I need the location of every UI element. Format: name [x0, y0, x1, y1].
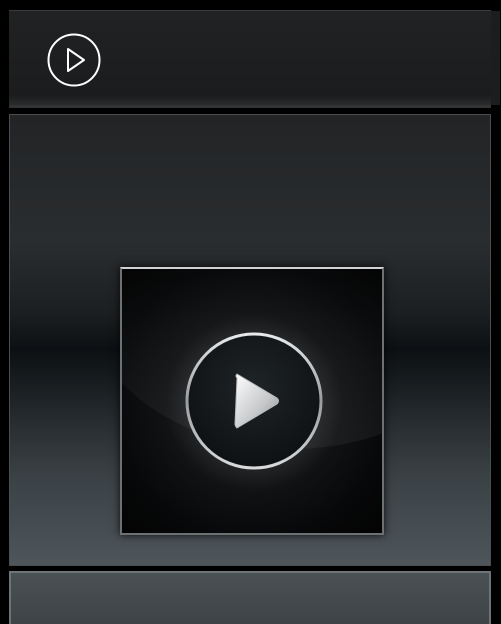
media-panel: [9, 114, 491, 566]
play-circle-icon: [47, 33, 101, 87]
play-circle-button[interactable]: [47, 33, 101, 87]
play-button[interactable]: [185, 332, 323, 470]
play-button-icon: [185, 332, 323, 470]
top-bar: [9, 10, 500, 108]
bottom-panel: [9, 571, 491, 624]
app-window: [0, 0, 501, 624]
video-thumbnail[interactable]: [120, 267, 384, 535]
